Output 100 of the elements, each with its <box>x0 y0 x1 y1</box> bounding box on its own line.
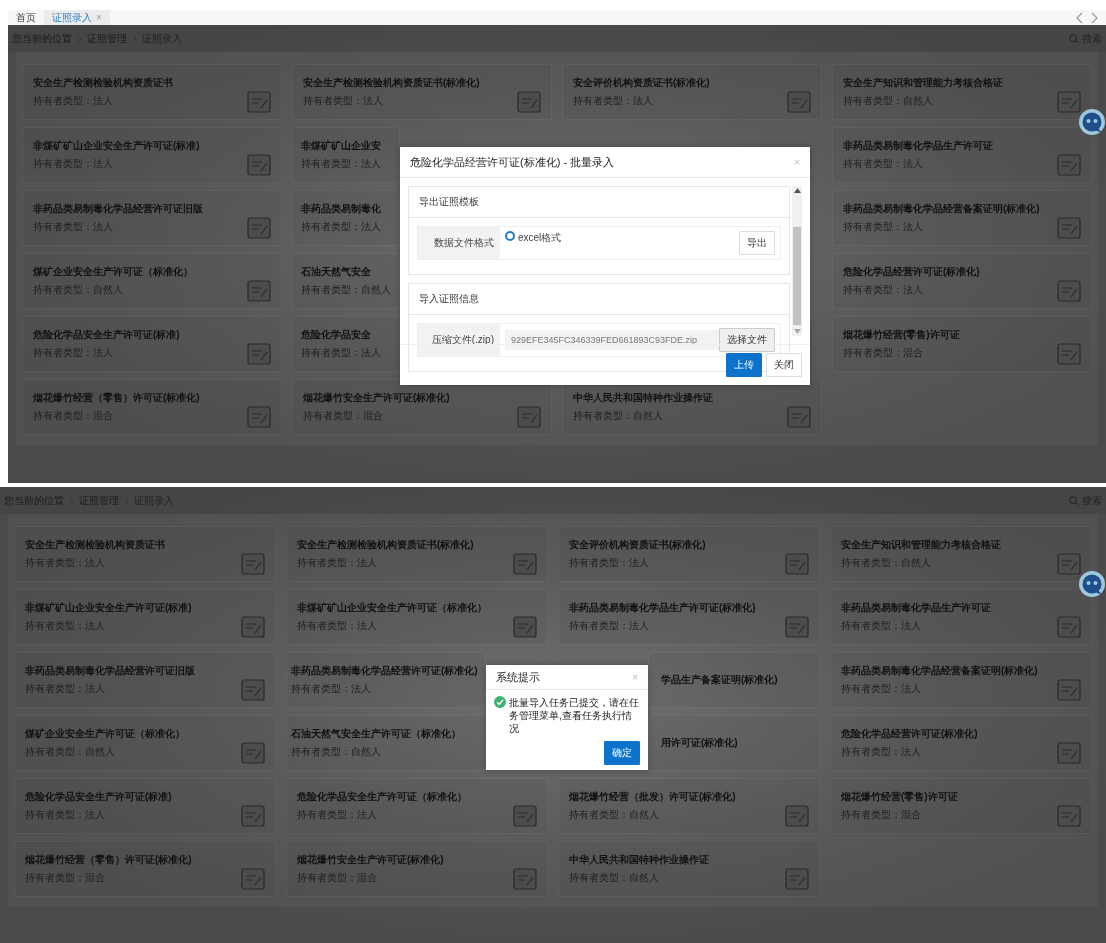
document-icon <box>517 91 541 113</box>
close-icon[interactable]: × <box>96 12 102 23</box>
card-title: 中华人民共和国特种作业操作证 <box>569 853 709 867</box>
alert-message: 批量导入任务已提交，请在任务管理菜单,查看任务执行情况 <box>509 696 640 735</box>
confirm-button[interactable]: 上传 <box>726 353 762 377</box>
success-check-icon <box>494 696 506 708</box>
card-title: 非药品类易制毒化学品经营许可证旧版 <box>33 202 203 216</box>
close-button[interactable]: 关闭 <box>766 353 802 377</box>
card-title: 非药品类易制毒化学品生产许可证(标准化) <box>569 601 756 615</box>
card-title: 安全生产检测检验机构资质证书(标准化) <box>297 538 474 552</box>
card-title: 烟花爆竹安全生产许可证(标准化) <box>297 853 444 867</box>
card-title: 学品生产备案证明(标准化) <box>661 673 778 687</box>
document-icon <box>787 91 811 113</box>
card-title: 非药品类易制毒化 <box>301 202 381 216</box>
card-title: 烟花爆竹经营(零售)许可证 <box>841 790 958 804</box>
dialog-title: 危险化学品经营许可证(标准化) - 批量录入 <box>410 154 615 170</box>
card-title: 非药品类易制毒化学品经营许可证旧版 <box>25 664 195 678</box>
certificate-card[interactable]: 学品生产备案证明(标准化) <box>648 652 820 708</box>
close-icon[interactable]: × <box>794 156 800 168</box>
card-title: 烟花爆竹安全生产许可证(标准化) <box>303 391 450 405</box>
scrollbar-thumb[interactable] <box>793 227 801 325</box>
document-icon <box>517 406 541 428</box>
card-title: 安全生产检测检验机构资质证书 <box>25 538 165 552</box>
chat-bot-icon <box>1078 570 1106 598</box>
scroll-down-icon <box>793 329 801 334</box>
card-title: 危险化学品安全生产许可证(标准) <box>25 790 172 804</box>
card-title: 烟花爆竹经营（零售）许可证(标准化) <box>25 853 192 867</box>
chat-bot-icon <box>1078 108 1106 136</box>
document-icon <box>1057 280 1081 302</box>
card-title: 非药品类易制毒化学品生产许可证 <box>841 601 991 615</box>
document-icon <box>1057 805 1081 827</box>
search-icon <box>1069 33 1079 44</box>
card-title: 非药品类易制毒化学品经营备案证明(标准化) <box>841 664 1038 678</box>
document-icon <box>247 91 271 113</box>
document-icon <box>513 553 537 575</box>
scroll-up-icon <box>793 188 801 193</box>
document-icon <box>247 406 271 428</box>
document-icon <box>241 679 265 701</box>
dialog-title: 系统提示 <box>496 669 540 685</box>
card-title: 非药品类易制毒化学品经营备案证明(标准化) <box>843 202 1040 216</box>
document-icon <box>787 406 811 428</box>
card-title: 安全生产检测检验机构资质证书(标准化) <box>303 76 480 90</box>
document-icon <box>785 805 809 827</box>
card-title: 非药品类易制毒化学品生产许可证 <box>843 139 993 153</box>
document-icon <box>241 868 265 890</box>
document-icon <box>1057 217 1081 239</box>
tab[interactable]: 首页 <box>8 10 44 25</box>
document-icon <box>1057 91 1081 113</box>
document-icon <box>513 868 537 890</box>
search-icon <box>1069 495 1079 506</box>
card-title: 烟花爆竹经营（零售）许可证(标准化) <box>33 391 200 405</box>
card-title: 中华人民共和国特种作业操作证 <box>573 391 713 405</box>
choose-file-button[interactable]: 选择文件 <box>719 328 775 352</box>
export-button[interactable]: 导出 <box>739 231 775 255</box>
card-title: 石油天然气安全生产许可证（标准化） <box>291 727 461 741</box>
card-title: 煤矿企业安全生产许可证（标准化） <box>25 727 185 741</box>
document-icon <box>241 553 265 575</box>
radio-button[interactable] <box>505 231 515 241</box>
card-title: 用许可证(标准化) <box>661 736 738 750</box>
card-title: 石油天然气安全 <box>301 265 372 279</box>
card-title: 非煤矿矿山企业安全生产许可证(标准) <box>33 139 200 153</box>
document-icon <box>785 868 809 890</box>
card-title: 安全生产检测检验机构资质证书 <box>33 76 173 90</box>
card-title: 非煤矿矿山企业安全生产许可证(标准) <box>25 601 192 615</box>
card-title: 安全评价机构资质证书(标准化) <box>569 538 706 552</box>
card-title: 安全生产知识和管理能力考核合格证 <box>843 76 1003 90</box>
chevron-right-icon[interactable] <box>1090 11 1098 24</box>
document-icon <box>513 805 537 827</box>
document-icon <box>1057 679 1081 701</box>
file-path-field[interactable]: 929EFE345FC346339FED661893C93FDE.zip <box>505 330 719 350</box>
document-icon <box>247 343 271 365</box>
document-icon <box>1057 742 1081 764</box>
card-title: 非药品类易制毒化学品经营许可证(标准化) <box>291 664 478 678</box>
card-title: 安全评价机构资质证书(标准化) <box>573 76 710 90</box>
document-icon <box>241 742 265 764</box>
tab[interactable]: 证照录入 × <box>44 10 110 25</box>
card-title: 危险化学品安全生产许可证（标准化） <box>297 790 467 804</box>
section-heading: 导入证照信息 <box>409 284 789 315</box>
card-title: 非煤矿矿山企业安 <box>301 139 381 153</box>
close-icon[interactable]: × <box>632 671 638 683</box>
document-icon <box>1057 154 1081 176</box>
document-icon <box>241 616 265 638</box>
card-title: 烟花爆竹经营（批发）许可证(标准化) <box>569 790 736 804</box>
card-title: 危险化学品安全 <box>301 328 372 342</box>
document-icon <box>1057 343 1081 365</box>
chevron-left-icon[interactable] <box>1076 11 1084 24</box>
scrollbar[interactable] <box>792 186 802 336</box>
section-heading: 导出证照模板 <box>409 187 789 218</box>
card-title: 非煤矿矿山企业安全生产许可证（标准化） <box>297 601 487 615</box>
card-title: 危险化学品经营许可证(标准化) <box>843 265 980 279</box>
card-title: 煤矿企业安全生产许可证（标准化） <box>33 265 193 279</box>
document-icon <box>247 217 271 239</box>
field-label: 数据文件格式 <box>418 227 500 259</box>
card-title: 危险化学品经营许可证(标准化) <box>841 727 978 741</box>
certificate-card[interactable]: 用许可证(标准化) <box>648 715 820 771</box>
card-title: 烟花爆竹经营(零售)许可证 <box>843 328 960 342</box>
confirm-button[interactable]: 确定 <box>604 741 640 765</box>
document-icon <box>247 280 271 302</box>
document-icon <box>247 154 271 176</box>
radio-label[interactable]: excel格式 <box>518 231 562 245</box>
